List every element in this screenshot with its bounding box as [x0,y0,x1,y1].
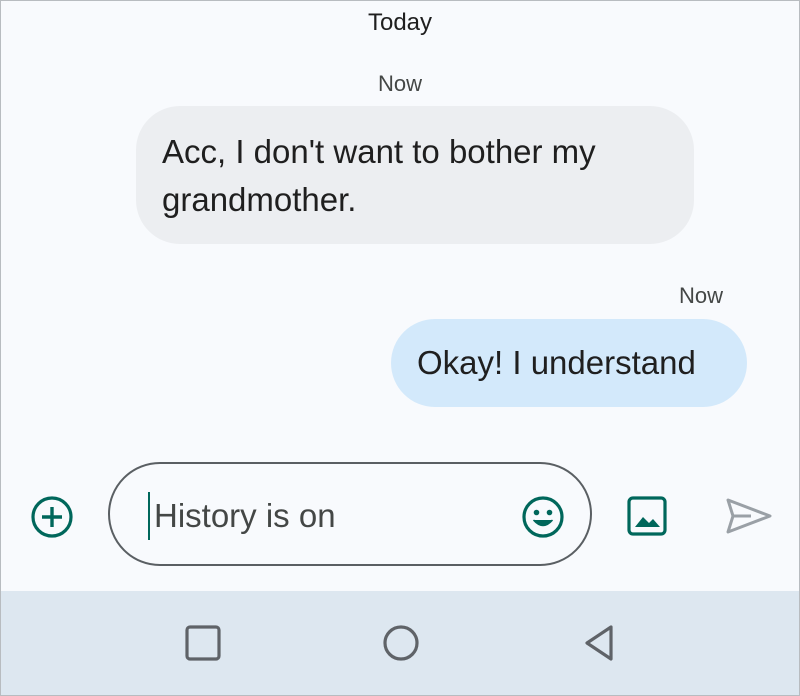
circle-icon [383,625,419,661]
triangle-back-icon [585,625,613,661]
back-button[interactable] [581,623,621,663]
add-attachment-button[interactable] [28,493,76,541]
home-button[interactable] [381,623,421,663]
send-icon [726,498,772,534]
messages-screen: Today Now Acc, I don't want to bother my… [0,0,800,696]
emoji-icon [522,496,564,538]
add-circle-icon [31,496,73,538]
incoming-message-line: grandmother. [162,181,357,218]
emoji-button[interactable] [520,494,566,540]
incoming-message-line: Acc, I don't want to bother my [162,133,596,170]
gallery-button[interactable] [626,495,668,537]
outgoing-message-bubble[interactable]: Okay! I understand [391,319,747,407]
outgoing-message-text: Okay! I understand [417,344,696,381]
incoming-message-bubble[interactable]: Acc, I don't want to bother my grandmoth… [136,106,694,244]
gallery-icon [627,496,667,536]
message-input-container[interactable] [108,462,592,566]
send-button[interactable] [725,496,773,536]
recents-button[interactable] [183,623,223,663]
date-header: Today [367,9,433,36]
incoming-message-time: Now [377,71,422,96]
message-input[interactable] [148,492,514,540]
composer-bar [1,451,799,591]
outgoing-message-time: Now [678,283,723,308]
system-navigation-bar [1,591,799,695]
square-icon [185,625,221,661]
